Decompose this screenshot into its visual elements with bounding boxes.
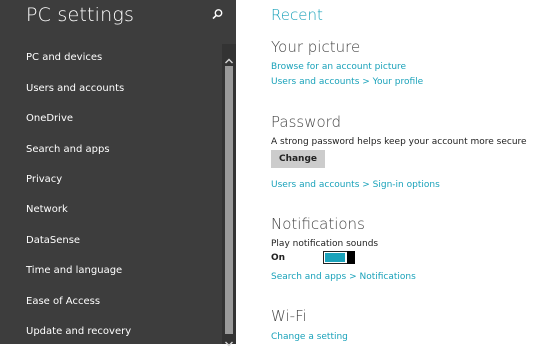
chevron-up-icon[interactable] (222, 52, 236, 64)
sidebar-item-datasense[interactable]: DataSense (0, 227, 222, 257)
sidebar-item-label: Ease of Access (26, 296, 101, 307)
sidebar-item-label: Time and language (26, 265, 123, 276)
sidebar-item-label: Update and recovery (26, 326, 132, 337)
sidebar-item-label: Search and apps (26, 144, 110, 155)
section-title-notifications: Notifications (271, 215, 365, 233)
notifications-settings-link[interactable]: Search and apps > Notifications (271, 272, 416, 282)
notification-sounds-toggle[interactable] (323, 251, 355, 264)
sidebar-item-label: DataSense (26, 235, 81, 246)
search-icon[interactable] (209, 7, 225, 23)
sidebar-item-time-and-language[interactable]: Time and language (0, 257, 222, 287)
your-profile-link[interactable]: Users and accounts > Your profile (271, 77, 423, 87)
sidebar-item-label: Privacy (26, 174, 63, 185)
password-description: A strong password helps keep your accoun… (271, 137, 527, 147)
sidebar-item-ease-of-access[interactable]: Ease of Access (0, 288, 222, 318)
chevron-down-icon[interactable] (222, 334, 236, 347)
notification-sounds-label: Play notification sounds (271, 239, 379, 249)
section-title-wifi: Wi-Fi (271, 307, 307, 325)
sign-in-options-link[interactable]: Users and accounts > Sign-in options (271, 180, 440, 190)
sidebar-title: PC settings (26, 4, 135, 26)
page-heading: Recent (271, 6, 323, 24)
scrollbar-thumb[interactable] (225, 66, 233, 334)
sidebar: PC settings PC and devices Users and acc… (0, 0, 236, 347)
sidebar-item-search-and-apps[interactable]: Search and apps (0, 136, 222, 166)
toggle-knob[interactable] (347, 251, 355, 264)
toggle-state-label: On (271, 253, 286, 263)
sidebar-item-privacy[interactable]: Privacy (0, 166, 222, 196)
sidebar-scrollbar[interactable] (222, 44, 236, 347)
sidebar-item-label: Users and accounts (26, 83, 125, 94)
sidebar-item-label: OneDrive (26, 113, 74, 124)
sidebar-item-label: Network (26, 204, 68, 215)
sidebar-item-pc-and-devices[interactable]: PC and devices (0, 44, 222, 74)
change-wifi-setting-link[interactable]: Change a setting (271, 332, 348, 342)
toggle-fill (325, 253, 345, 262)
main-content: Recent Your picture Browse for an accoun… (271, 0, 546, 344)
change-password-button[interactable]: Change (271, 150, 325, 168)
sidebar-item-onedrive[interactable]: OneDrive (0, 105, 222, 135)
browse-account-picture-link[interactable]: Browse for an account picture (271, 62, 406, 72)
sidebar-item-label: PC and devices (26, 52, 103, 63)
sidebar-item-network[interactable]: Network (0, 196, 222, 226)
sidebar-item-users-and-accounts[interactable]: Users and accounts (0, 75, 222, 105)
section-title-your-picture: Your picture (271, 38, 361, 56)
section-title-password: Password (271, 113, 342, 131)
